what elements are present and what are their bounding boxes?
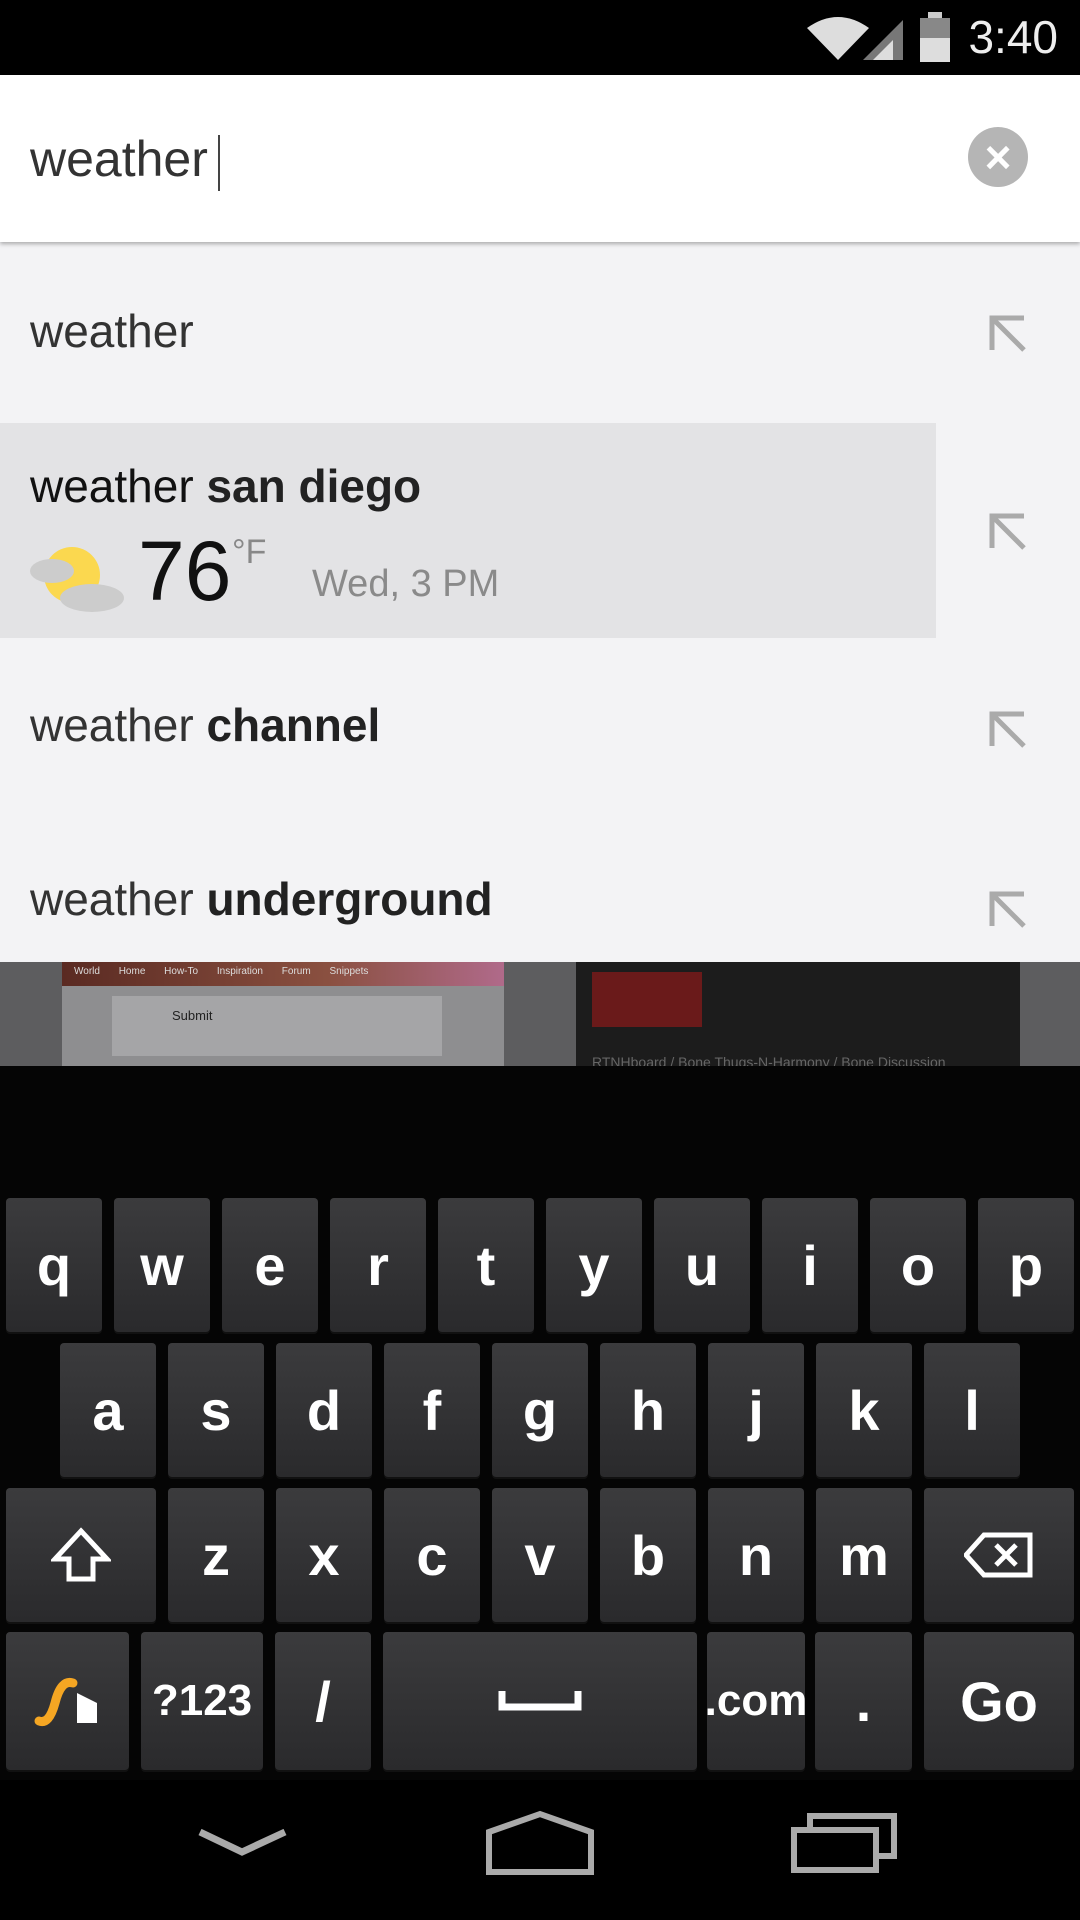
suggestion-bold-text: san diego <box>206 460 422 512</box>
submit-label: Submit <box>112 996 442 1056</box>
suggestion-text: weather <box>30 873 207 925</box>
key-g[interactable]: g <box>492 1343 588 1477</box>
key-h[interactable]: h <box>600 1343 696 1477</box>
insert-arrow-icon[interactable] <box>986 312 1030 356</box>
key-q[interactable]: q <box>6 1198 102 1332</box>
key-e[interactable]: e <box>222 1198 318 1332</box>
key-n[interactable]: n <box>708 1488 804 1622</box>
key-slash[interactable]: / <box>275 1632 371 1770</box>
insert-arrow-icon[interactable] <box>986 510 1030 554</box>
key-k[interactable]: k <box>816 1343 912 1477</box>
suggestion-item[interactable]: weather <box>0 242 1080 423</box>
suggestion-bold-text: underground <box>206 873 493 925</box>
key-d[interactable]: d <box>276 1343 372 1477</box>
clear-search-button[interactable]: × <box>968 127 1028 187</box>
forecast-time: Wed, 3 PM <box>312 563 500 605</box>
temperature-unit: °F <box>232 533 267 571</box>
key-l[interactable]: l <box>924 1343 1020 1477</box>
key-b[interactable]: b <box>600 1488 696 1622</box>
swype-key[interactable] <box>6 1632 129 1770</box>
key-t[interactable]: t <box>438 1198 534 1332</box>
suggestion-text: weather <box>30 305 194 357</box>
key-f[interactable]: f <box>384 1343 480 1477</box>
dotcom-key[interactable]: .com <box>705 1632 807 1770</box>
site-logo <box>592 972 702 1027</box>
nav-text: Forum <box>281 966 311 977</box>
key-i[interactable]: i <box>762 1198 858 1332</box>
go-key[interactable]: Go <box>924 1632 1074 1770</box>
nav-text: Inspiration <box>216 966 263 977</box>
swype-icon <box>34 1677 97 1727</box>
recents-icon[interactable] <box>790 1810 900 1890</box>
tab-thumbnail[interactable]: RTNHboard / Bone Thugs-N-Harmony / Bone … <box>576 962 1020 1070</box>
search-query: weather <box>30 131 208 187</box>
key-o[interactable]: o <box>870 1198 966 1332</box>
search-input[interactable]: weather <box>30 130 220 191</box>
home-icon[interactable] <box>485 1810 595 1890</box>
nav-text: Snippets <box>329 966 369 977</box>
close-icon: × <box>984 131 1012 183</box>
suggestion-item[interactable]: weather channel <box>0 638 1080 818</box>
insert-arrow-icon[interactable] <box>986 888 1030 932</box>
key-period[interactable]: . <box>815 1632 912 1770</box>
status-bar: 3:40 <box>0 0 1080 75</box>
back-down-icon[interactable] <box>195 1810 290 1890</box>
key-w[interactable]: w <box>114 1198 210 1332</box>
key-c[interactable]: c <box>384 1488 480 1622</box>
key-a[interactable]: a <box>60 1343 156 1477</box>
key-v[interactable]: v <box>492 1488 588 1622</box>
battery-icon <box>920 12 950 62</box>
symbols-key[interactable]: ?123 <box>141 1632 263 1770</box>
nav-text: How-To <box>164 966 199 977</box>
space-key[interactable] <box>383 1632 697 1770</box>
key-x[interactable]: x <box>276 1488 372 1622</box>
search-bar[interactable]: weather × <box>0 75 1080 242</box>
key-z[interactable]: z <box>168 1488 264 1622</box>
suggestion-item[interactable]: weather underground <box>0 818 1080 962</box>
shift-key[interactable] <box>6 1488 156 1622</box>
backspace-icon <box>964 1532 1033 1578</box>
clock: 3:40 <box>968 11 1058 63</box>
suggestion-list: weather weather san diego 76 °F Wed, 3 P… <box>0 242 1080 962</box>
suggestion-text: weather <box>30 699 207 751</box>
backspace-key[interactable] <box>924 1488 1074 1622</box>
temperature: 76 <box>138 524 232 618</box>
key-s[interactable]: s <box>168 1343 264 1477</box>
shift-icon <box>51 1527 111 1582</box>
weather-suggestion-item[interactable]: weather san diego 76 °F Wed, 3 PM <box>0 423 936 638</box>
background-tabs: World Home How-To Inspiration Forum Snip… <box>0 962 1080 1070</box>
key-y[interactable]: y <box>546 1198 642 1332</box>
key-p[interactable]: p <box>978 1198 1074 1332</box>
insert-arrow-icon[interactable] <box>986 708 1030 752</box>
navigation-bar <box>0 1780 1080 1920</box>
partly-cloudy-icon <box>30 547 124 612</box>
thumbnail-nav: World Home How-To Inspiration Forum Snip… <box>62 962 504 986</box>
key-m[interactable]: m <box>816 1488 912 1622</box>
nav-text: World Home <box>74 966 146 977</box>
key-r[interactable]: r <box>330 1198 426 1332</box>
suggestion-text: weather <box>30 460 207 512</box>
key-u[interactable]: u <box>654 1198 750 1332</box>
key-j[interactable]: j <box>708 1343 804 1477</box>
space-icon <box>498 1691 582 1711</box>
wifi-signal-icon <box>807 17 903 60</box>
suggestion-bold-text: channel <box>206 699 381 751</box>
tab-thumbnail[interactable]: World Home How-To Inspiration Forum Snip… <box>62 962 504 1066</box>
text-caret <box>217 134 220 191</box>
